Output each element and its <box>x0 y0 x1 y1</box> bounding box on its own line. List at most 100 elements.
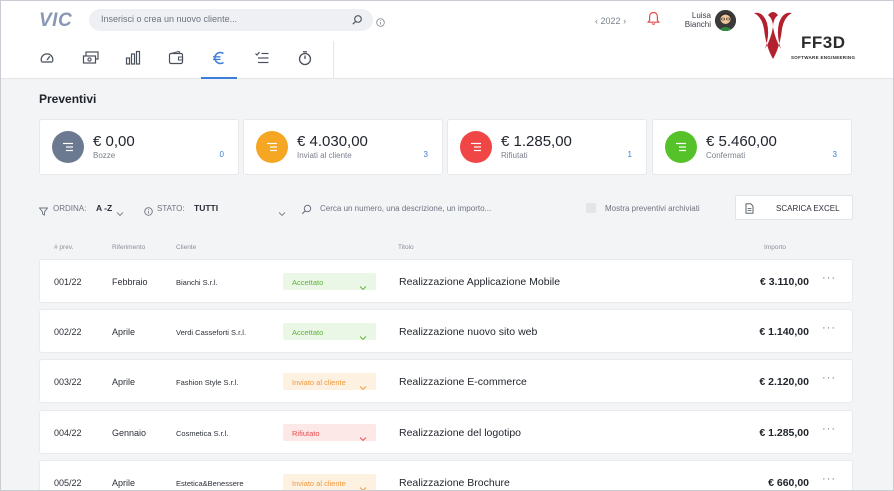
chevron-down-icon <box>278 204 286 222</box>
page-title: Preventivi <box>39 92 97 106</box>
archived-checkbox[interactable] <box>586 203 596 213</box>
nav-reports[interactable] <box>115 43 151 79</box>
card-sent[interactable]: € 4.030,00 Inviati al cliente 3 <box>243 119 443 175</box>
row-amount: € 3.110,00 <box>759 276 809 288</box>
status-label: Accettato <box>292 328 324 337</box>
card-confirmed[interactable]: € 5.460,00 Confermati 3 <box>652 119 852 175</box>
card-count: 3 <box>423 150 428 159</box>
status-label: Accettato <box>292 278 324 287</box>
search-icon <box>301 202 312 220</box>
card-rejected[interactable]: € 1.285,00 Rifiutati 1 <box>447 119 647 175</box>
card-count: 3 <box>832 150 837 159</box>
col-header-number[interactable]: # prev. <box>54 244 73 251</box>
table-row[interactable]: 002/22 Aprile Verdi Casseforti S.r.l. Accet… <box>39 309 853 353</box>
nav-quotes[interactable] <box>201 43 237 79</box>
more-options-icon[interactable]: ··· <box>822 372 836 384</box>
status-badge[interactable]: Accettato <box>283 273 376 291</box>
notification-bell-icon[interactable] <box>646 11 661 31</box>
nav-wallet[interactable] <box>158 43 194 79</box>
status-badge[interactable]: Rifiutato <box>283 424 376 442</box>
app-logo[interactable]: VIC <box>39 10 72 32</box>
row-amount: € 1.285,00 <box>759 427 809 439</box>
row-title: Realizzazione del logotipo <box>399 427 521 439</box>
user-name[interactable]: Luisa Bianchi <box>673 11 711 29</box>
quote-search-input[interactable]: Cerca un numero, una descrizione, un imp… <box>320 204 491 213</box>
next-year-icon[interactable]: › <box>623 16 626 26</box>
chevron-down-icon <box>359 479 367 490</box>
more-options-icon[interactable]: ··· <box>822 322 836 334</box>
more-options-icon[interactable]: ··· <box>822 473 836 485</box>
more-options-icon[interactable]: ··· <box>822 272 836 284</box>
export-label: SCARICA EXCEL <box>776 204 840 213</box>
table-row[interactable]: 004/22 Gennaio Cosmetica S.r.l. Rifiutato Re… <box>39 410 853 454</box>
filter-bar: ORDINA: A -Z STATO: TUTTI Cerca un numer… <box>38 195 853 222</box>
card-label: Inviati al cliente <box>297 151 352 160</box>
info-icon[interactable] <box>376 14 385 32</box>
year-selector[interactable]: ‹ 2022 › <box>595 16 626 26</box>
table-row[interactable]: 003/22 Aprile Fashion Style S.r.l. Inviato … <box>39 359 853 403</box>
year-value: 2022 <box>600 16 621 26</box>
card-drafts[interactable]: € 0,00 Bozze 0 <box>39 119 239 175</box>
card-amount: € 4.030,00 <box>297 133 368 150</box>
brand-subtitle: SOFTWARE ENGINEERING <box>791 55 856 60</box>
row-number: 003/22 <box>54 377 82 387</box>
sent-circle <box>256 131 288 163</box>
card-label: Rifiutati <box>501 151 528 160</box>
info-icon <box>144 203 153 221</box>
client-search-input[interactable]: Inserisci o crea un nuovo cliente... <box>89 9 373 31</box>
nav-dashboard[interactable] <box>29 43 65 79</box>
chevron-down-icon <box>359 328 367 346</box>
col-header-amount[interactable]: Importo <box>764 244 786 251</box>
row-client: Fashion Style S.r.l. <box>176 378 239 387</box>
state-value: TUTTI <box>194 203 219 213</box>
filter-icon <box>38 203 49 221</box>
row-client: Cosmetica S.r.l. <box>176 429 229 438</box>
user-first-name: Luisa <box>691 11 711 20</box>
avatar[interactable] <box>715 10 736 31</box>
card-label: Bozze <box>93 151 116 160</box>
timer-icon <box>298 51 312 66</box>
table-row[interactable]: 001/22 Febbraio Bianchi S.r.l. Accettato Rea… <box>39 259 853 303</box>
row-client: Estetica&Benessere <box>176 479 244 488</box>
chevron-down-icon <box>359 278 367 296</box>
col-header-client[interactable]: Cliente <box>176 244 196 251</box>
col-header-title[interactable]: Titolo <box>398 244 414 251</box>
status-badge[interactable]: Inviato al cliente <box>283 373 376 391</box>
list-icon <box>471 142 481 152</box>
checklist-icon <box>255 51 269 64</box>
brand-logo: FF3D SOFTWARE ENGINEERING <box>749 9 869 69</box>
cash-icon <box>82 51 99 64</box>
euro-icon <box>213 51 224 65</box>
table-row[interactable]: 005/22 Aprile Estetica&Benessere Inviato al… <box>39 460 853 490</box>
nav-cash[interactable] <box>72 43 108 79</box>
row-title: Realizzazione E-commerce <box>399 376 527 388</box>
row-title: Realizzazione Brochure <box>399 477 510 489</box>
status-label: Rifiutato <box>292 429 320 438</box>
list-icon <box>676 142 686 152</box>
brand-mark-icon <box>754 12 792 59</box>
row-reference: Aprile <box>112 327 136 337</box>
status-badge[interactable]: Inviato al cliente <box>283 474 376 490</box>
search-icon[interactable] <box>351 13 363 31</box>
app-frame: VIC Inserisci o crea un nuovo cliente...… <box>0 0 894 491</box>
card-amount: € 1.285,00 <box>501 133 572 150</box>
dashboard-icon <box>40 53 54 63</box>
order-value: A -Z <box>96 203 113 213</box>
card-count: 0 <box>219 150 224 159</box>
col-header-reference[interactable]: Riferimento <box>112 244 145 251</box>
row-number: 001/22 <box>54 277 82 287</box>
status-label: Inviato al cliente <box>292 378 346 387</box>
nav-timer[interactable] <box>287 43 323 79</box>
chevron-down-icon <box>116 204 124 222</box>
nav-tasks[interactable] <box>244 43 280 79</box>
prev-year-icon[interactable]: ‹ <box>595 16 598 26</box>
top-bar: VIC Inserisci o crea un nuovo cliente...… <box>1 1 893 79</box>
row-reference: Gennaio <box>112 428 147 438</box>
drafts-circle <box>52 131 84 163</box>
client-search-placeholder: Inserisci o crea un nuovo cliente... <box>101 14 238 24</box>
more-options-icon[interactable]: ··· <box>822 423 836 435</box>
export-excel-button[interactable]: SCARICA EXCEL <box>735 195 853 220</box>
wallet-icon <box>168 50 184 65</box>
status-badge[interactable]: Accettato <box>283 323 376 341</box>
list-icon <box>267 142 277 152</box>
